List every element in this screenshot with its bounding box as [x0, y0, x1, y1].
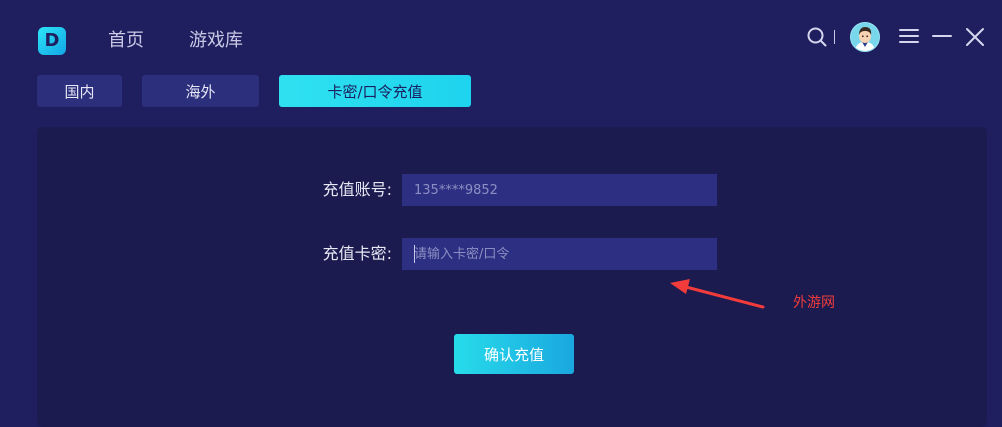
confirm-recharge-button[interactable]: 确认充值	[454, 334, 574, 374]
app-logo-icon[interactable]: D	[38, 27, 66, 55]
search-icon[interactable]	[806, 26, 828, 48]
menu-icon[interactable]	[899, 27, 919, 45]
minimize-icon[interactable]	[932, 27, 952, 45]
logo-glyph: D	[44, 30, 60, 51]
card-code-input[interactable]	[402, 238, 717, 270]
nav-game-library[interactable]: 游戏库	[189, 30, 243, 52]
tab-domestic[interactable]: 国内	[37, 75, 122, 107]
card-label: 充值卡密:	[322, 244, 392, 263]
tab-card-recharge[interactable]: 卡密/口令充值	[279, 75, 471, 107]
text-caret	[414, 245, 415, 263]
account-field[interactable]	[402, 174, 717, 206]
recharge-panel	[37, 127, 987, 427]
watermark-text: 外游网	[793, 295, 835, 311]
close-icon[interactable]	[964, 26, 986, 48]
user-avatar[interactable]	[850, 22, 880, 52]
account-label: 充值账号:	[322, 180, 392, 199]
header-divider	[834, 30, 835, 44]
nav-home[interactable]: 首页	[108, 30, 144, 52]
annotation-arrow-icon	[670, 279, 765, 309]
tab-overseas[interactable]: 海外	[142, 75, 259, 107]
avatar-face-icon	[851, 23, 879, 51]
app-window: D 首页 游戏库 国内 海外 卡密/口令充值 充值账号: 充值卡密:	[0, 0, 1002, 427]
